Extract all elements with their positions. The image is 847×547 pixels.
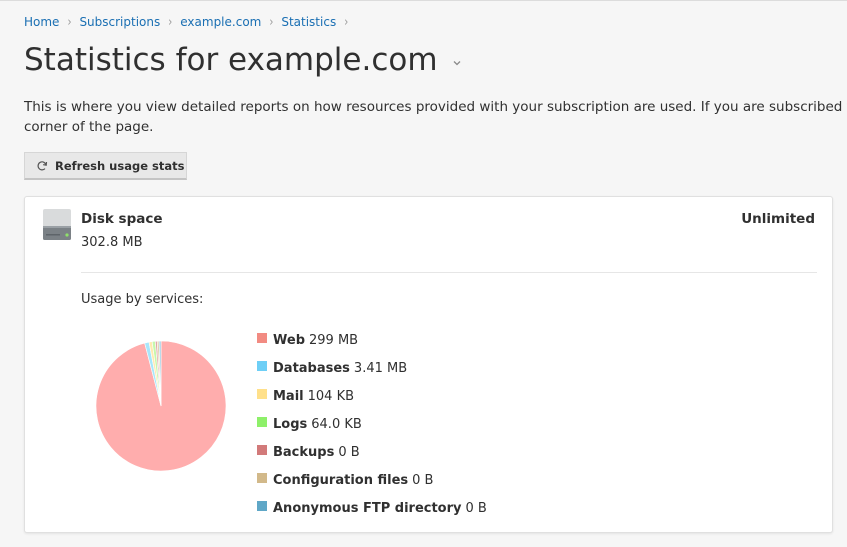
disk-space-title: Disk space: [81, 211, 163, 227]
breadcrumb-subscriptions[interactable]: Subscriptions: [79, 15, 160, 29]
legend-value: 299 MB: [309, 332, 359, 348]
hard-drive-icon: [43, 209, 71, 240]
page-title-text: Statistics for example.com: [24, 42, 438, 78]
legend-item: Backups 0 B: [257, 443, 360, 461]
breadcrumb: Home › Subscriptions › example.com › Sta…: [24, 15, 356, 29]
legend-name: Databases: [273, 360, 350, 376]
legend-name: Web: [273, 332, 305, 348]
legend-name: Mail: [273, 388, 304, 404]
breadcrumb-statistics[interactable]: Statistics: [281, 15, 336, 29]
refresh-usage-stats-label: Refresh usage stats: [55, 158, 185, 173]
legend-item: Databases 3.41 MB: [257, 359, 407, 377]
breadcrumb-home[interactable]: Home: [24, 15, 59, 29]
legend-item: Configuration files 0 B: [257, 471, 433, 489]
legend-swatch: [257, 361, 267, 371]
legend-item: Anonymous FTP directory 0 B: [257, 499, 487, 517]
legend-name: Anonymous FTP directory: [273, 500, 462, 516]
legend-name: Backups: [273, 444, 335, 460]
chevron-right-icon: ›: [344, 14, 349, 30]
legend-value: 104 KB: [307, 388, 355, 404]
chevron-down-icon[interactable]: [452, 58, 462, 68]
chevron-right-icon: ›: [67, 14, 72, 30]
legend-value: 0 B: [465, 500, 487, 516]
legend-value: 64.0 KB: [311, 416, 362, 432]
legend-item: Web 299 MB: [257, 331, 358, 349]
legend-item: Logs 64.0 KB: [257, 415, 362, 433]
disk-space-value: 302.8 MB: [81, 235, 143, 250]
legend-item: Mail 104 KB: [257, 387, 354, 405]
legend-value: 3.41 MB: [353, 360, 408, 376]
top-border: [0, 0, 847, 1]
legend-swatch: [257, 417, 267, 427]
breadcrumb-example-com[interactable]: example.com: [180, 15, 261, 29]
legend-swatch: [257, 501, 267, 511]
refresh-usage-stats-button[interactable]: Refresh usage stats: [24, 152, 187, 180]
page-title: Statistics for example.com: [24, 42, 462, 78]
divider: [81, 272, 817, 273]
legend-name: Configuration files: [273, 472, 409, 488]
chevron-right-icon: ›: [269, 14, 274, 30]
page-description: This is where you view detailed reports …: [24, 99, 847, 135]
legend-swatch: [257, 333, 267, 343]
legend-name: Logs: [273, 416, 308, 432]
refresh-icon: [37, 160, 48, 170]
chevron-right-icon: ›: [168, 14, 173, 30]
usage-pie-chart: [95, 340, 227, 472]
legend-swatch: [257, 445, 267, 455]
legend-value: 0 B: [412, 472, 434, 488]
usage-by-services-label: Usage by services:: [81, 292, 204, 307]
legend-value: 0 B: [338, 444, 360, 460]
legend-swatch: [257, 389, 267, 399]
legend-swatch: [257, 473, 267, 483]
disk-space-limit: Unlimited: [741, 211, 815, 227]
disk-space-card: Disk space 302.8 MB Unlimited Usage by s…: [24, 196, 833, 533]
